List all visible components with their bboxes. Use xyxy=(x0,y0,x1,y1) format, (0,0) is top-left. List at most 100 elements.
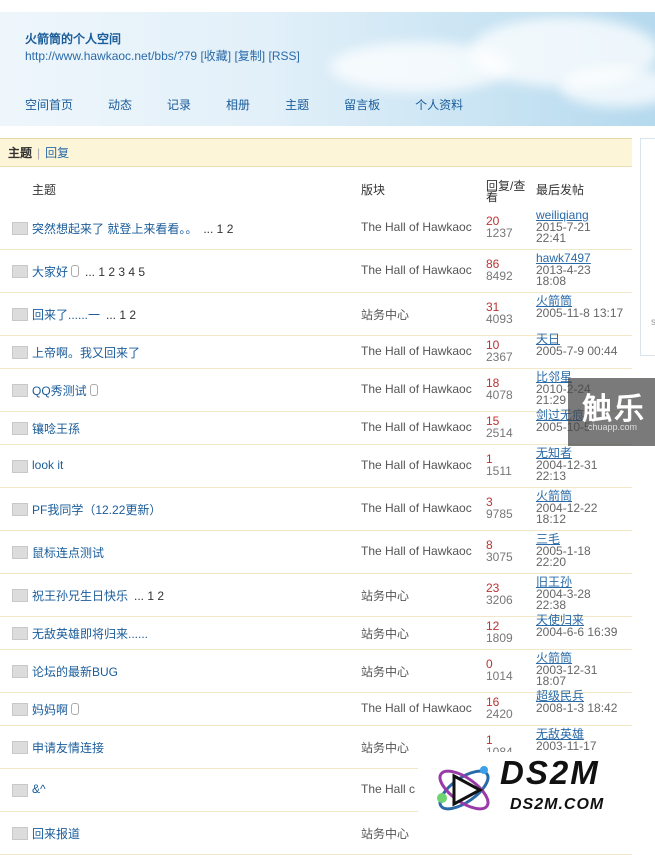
topic-title-link[interactable]: 回来报道 xyxy=(32,827,80,841)
space-header: 火箭筒的个人空间 http://www.hawkaoc.net/bbs/?79 … xyxy=(0,12,655,126)
topic-title-link[interactable]: 大家好 xyxy=(32,265,68,279)
topic-row-subject: look it xyxy=(32,458,63,472)
attachment-icon xyxy=(71,265,80,277)
rss-link[interactable]: [RSS] xyxy=(268,49,299,63)
topic-pages[interactable]: ... 1 2 xyxy=(134,589,164,603)
ds2m-logo-text: DS2M xyxy=(500,754,600,791)
topic-title-link[interactable]: 无敌英雄即将归来...... xyxy=(32,627,148,641)
last-post-time: 2005-1-18 22:20 xyxy=(536,544,591,569)
topic-title-link[interactable]: 论坛的最新BUG xyxy=(32,665,118,679)
topic-board[interactable]: The Hall of Hawkaoc xyxy=(361,458,481,472)
topic-row: 突然想起来了 就登上来看看。。 ... 1 2 The Hall of Hawkao… xyxy=(0,207,632,250)
favorite-link[interactable]: [收藏] xyxy=(200,49,231,63)
topic-title-link[interactable]: &^ xyxy=(32,782,46,796)
nav-profile[interactable]: 个人资料 xyxy=(415,96,463,113)
topic-pages[interactable]: ... 1 2 xyxy=(203,222,233,236)
atom-logo-icon xyxy=(437,766,490,811)
tab-replies[interactable]: 回复 xyxy=(45,144,69,161)
topic-board[interactable]: The Hall of Hawkaoc xyxy=(361,382,481,396)
topic-board[interactable]: 站务中心 xyxy=(361,587,481,604)
cloud-decoration xyxy=(560,67,655,107)
topic-board[interactable]: 站务中心 xyxy=(361,663,481,680)
last-post-time: 2003-12-31 18:07 xyxy=(536,663,598,688)
topic-row-subject: 申请友情连接 xyxy=(32,739,104,756)
topic-board[interactable]: The Hall of Hawkaoc xyxy=(361,263,481,277)
topic-icon xyxy=(12,265,28,278)
topic-row-subject: 突然想起来了 就登上来看看。。 ... 1 2 xyxy=(32,220,233,237)
topic-list-panel: 主题 | 回复 主题 版块 回复/查 看 最后发帖 突然想起来了 就登上来看看。… xyxy=(0,138,632,855)
topic-row-subject: 祝王孙兄生日快乐 ... 1 2 xyxy=(32,587,164,604)
topic-row-subject: 回来报道 xyxy=(32,825,80,842)
topic-board[interactable]: The Hall of Hawkaoc xyxy=(361,701,481,715)
topic-row-subject: 回来了......一 ... 1 2 xyxy=(32,306,136,323)
nav-feed[interactable]: 动态 xyxy=(108,96,132,113)
topic-pages[interactable]: ... 1 2 xyxy=(106,308,136,322)
view-count: 1511 xyxy=(486,464,512,478)
nav-records[interactable]: 记录 xyxy=(167,96,191,113)
nav-album[interactable]: 相册 xyxy=(226,96,250,113)
space-title[interactable]: 火箭筒的个人空间 xyxy=(25,30,121,47)
topic-board[interactable]: The Hall of Hawkaoc xyxy=(361,420,481,434)
column-header-last-post: 最后发帖 xyxy=(536,183,585,197)
chulee-watermark: 触乐 chuapp.com xyxy=(568,378,655,446)
topic-board[interactable]: The Hall of Hawkaoc xyxy=(361,220,481,234)
topic-row: 上帝啊。我又回来了 The Hall of Hawkaoc 10 2367 天日 2005… xyxy=(0,333,632,369)
topic-row-subject: 鼠标连点测试 xyxy=(32,544,104,561)
chulee-logo-sub: chuapp.com xyxy=(588,422,638,432)
topic-row-subject: 大家好 ... 1 2 3 4 5 xyxy=(32,263,145,280)
topic-row-subject: QQ秀测试 xyxy=(32,382,98,399)
topic-icon xyxy=(12,346,28,359)
topic-title-link[interactable]: 申请友情连接 xyxy=(32,741,104,755)
nav-guestbook[interactable]: 留言板 xyxy=(344,96,380,113)
column-header-subject: 主题 xyxy=(32,183,57,197)
topic-board[interactable]: The Hall of Hawkaoc xyxy=(361,344,481,358)
topic-icon xyxy=(12,741,28,754)
last-post-time: 2004-12-31 22:13 xyxy=(536,458,598,483)
tab-topics[interactable]: 主题 xyxy=(8,144,32,161)
attachment-icon xyxy=(89,384,98,396)
nav-home[interactable]: 空间首页 xyxy=(25,96,73,113)
topic-board[interactable]: The Hall of Hawkaoc xyxy=(361,544,481,558)
topic-title-link[interactable]: look it xyxy=(32,458,63,472)
view-count: 1237 xyxy=(486,226,513,240)
topic-icon xyxy=(12,460,28,473)
topic-title-link[interactable]: QQ秀测试 xyxy=(32,384,87,398)
topic-title-link[interactable]: PF我同学（12.22更新） xyxy=(32,503,161,517)
topic-title-link[interactable]: 鼠标连点测试 xyxy=(32,546,104,560)
last-post-time: 2004-12-22 18:12 xyxy=(536,501,598,526)
topic-title-link[interactable]: 镶唸王孫 xyxy=(32,422,80,436)
view-count: 4078 xyxy=(486,388,513,402)
topic-row-subject: 无敌英雄即将归来...... xyxy=(32,625,148,642)
topic-board[interactable]: The Hall of Hawkaoc xyxy=(361,501,481,515)
topic-title-link[interactable]: 妈妈啊 xyxy=(32,703,68,717)
ds2m-logo-sub: DS2M.COM xyxy=(510,796,605,813)
topic-title-link[interactable]: 祝王孙兄生日快乐 xyxy=(32,589,128,603)
topic-pages[interactable]: ... 1 2 3 4 5 xyxy=(85,265,145,279)
space-nav: 空间首页 动态 记录 相册 主题 留言板 个人资料 xyxy=(25,96,498,113)
view-count: 1014 xyxy=(486,669,513,683)
space-url-link[interactable]: http://www.hawkaoc.net/bbs/?79 xyxy=(25,49,197,63)
last-post-time: 2008-1-3 18:42 xyxy=(536,701,618,715)
topic-icon xyxy=(12,222,28,235)
topic-icon xyxy=(12,422,28,435)
topic-title-link[interactable]: 回来了......一 xyxy=(32,308,100,322)
view-count: 2367 xyxy=(486,350,513,364)
nav-topics[interactable]: 主题 xyxy=(285,96,309,113)
last-post-time: 2015-7-21 22:41 xyxy=(536,220,591,245)
copy-link[interactable]: [复制] xyxy=(234,49,265,63)
topic-title-link[interactable]: 突然想起来了 就登上来看看。。 xyxy=(32,222,197,236)
topic-row: 大家好... 1 2 3 4 5 The Hall of Hawkaoc 86 849… xyxy=(0,250,632,293)
topic-row: 鼠标连点测试 The Hall of Hawkaoc 8 3075 三毛 2005-1-1… xyxy=(0,531,632,574)
last-post-time: 2004-6-6 16:39 xyxy=(536,625,618,639)
view-count: 3206 xyxy=(486,593,513,607)
side-panel-mark: s xyxy=(651,317,655,328)
view-count: 4093 xyxy=(486,312,513,326)
topic-board[interactable]: 站务中心 xyxy=(361,306,481,323)
topic-board[interactable]: 站务中心 xyxy=(361,825,481,842)
topic-board[interactable]: 站务中心 xyxy=(361,625,481,642)
topic-title-link[interactable]: 上帝啊。我又回来了 xyxy=(32,346,140,360)
topic-icon xyxy=(12,627,28,640)
topic-row: 回来了......一... 1 2 站务中心 31 4093 火箭筒 2005-11-8 … xyxy=(0,293,632,336)
topic-row: 无敌英雄即将归来...... 站务中心 12 1809 天使归来 2004-6-6 16:… xyxy=(0,614,632,650)
ds2m-watermark: DS2M DS2M.COM xyxy=(418,752,655,824)
